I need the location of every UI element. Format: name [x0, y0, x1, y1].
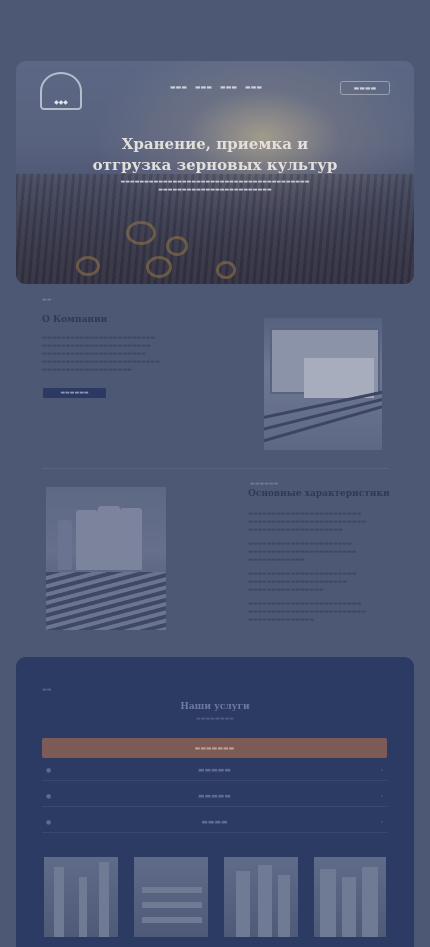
- item-icon: ●: [46, 792, 52, 800]
- services-accordion-item[interactable]: ● ▬▬▬▬▬ ›: [42, 760, 387, 781]
- service-thumbnail[interactable]: [134, 857, 208, 937]
- sunflower-decor: [126, 221, 156, 245]
- sunflower-decor: [76, 256, 100, 276]
- about-text: ▬▬▬▬▬▬▬▬▬▬▬▬▬▬▬▬▬▬▬▬▬▬▬▬ ▬▬▬▬▬▬▬▬▬▬▬▬▬▬▬…: [42, 335, 161, 373]
- item-icon: ●: [46, 818, 52, 826]
- nav-item[interactable]: ▬▬▬: [220, 84, 237, 91]
- specs-title: Основные характеристики: [248, 489, 390, 499]
- grain-silo-image: [46, 487, 166, 630]
- hero-title: Хранение, приемка и отгрузка зерновых ку…: [92, 135, 338, 174]
- spec-paragraph: ▬▬▬▬▬▬▬▬▬▬▬▬▬▬▬▬▬▬▬▬▬▬ ▬▬▬▬▬▬▬▬▬▬▬▬▬▬▬▬▬…: [248, 541, 357, 563]
- service-thumbnail[interactable]: [224, 857, 298, 937]
- header-contact-button[interactable]: ▬▬▬▬: [340, 81, 390, 95]
- accordion-label: ▬▬▬▬▬: [197, 792, 232, 800]
- service-thumbnail[interactable]: [314, 857, 386, 937]
- accordion-label: ▬▬▬▬▬: [197, 766, 232, 774]
- sunflower-decor: [146, 256, 172, 278]
- spec-paragraph: ▬▬▬▬▬▬▬▬▬▬▬▬▬▬▬▬▬▬▬▬▬▬▬▬ ▬▬▬▬▬▬▬▬▬▬▬▬▬▬▬…: [248, 601, 367, 623]
- services-tab-active[interactable]: ▬▬▬▬▬▬▬: [42, 738, 387, 758]
- services-subtitle: ▬▬▬▬▬▬▬▬: [196, 716, 234, 722]
- railcar-shape: [304, 358, 374, 398]
- rail-yard-shape: [46, 572, 166, 630]
- services-title: Наши услуги: [180, 702, 250, 712]
- sunflower-decor: [216, 261, 236, 279]
- main-nav: ▬▬▬ ▬▬▬ ▬▬▬ ▬▬▬: [170, 84, 262, 91]
- service-thumbnail[interactable]: [44, 857, 118, 937]
- spec-paragraph: ▬▬▬▬▬▬▬▬▬▬▬▬▬▬▬▬▬▬▬▬▬▬▬ ▬▬▬▬▬▬▬▬▬▬▬▬▬▬▬▬…: [248, 571, 357, 593]
- services-accordion-item[interactable]: ● ▬▬▬▬ ›: [42, 812, 387, 833]
- section-kicker: ▬▬▬▬▬▬: [250, 481, 279, 487]
- silo-shape: [120, 508, 142, 570]
- section-divider: [42, 468, 388, 469]
- company-logo[interactable]: ◆◆◆: [40, 72, 82, 110]
- chevron-right-icon: ›: [380, 792, 383, 800]
- about-title: О Компании: [42, 315, 108, 325]
- section-kicker: ▬▬: [42, 687, 52, 693]
- nav-item[interactable]: ▬▬▬: [170, 84, 187, 91]
- chevron-right-icon: ›: [380, 818, 383, 826]
- about-more-button[interactable]: ▬▬▬▬▬▬: [43, 388, 106, 398]
- silo-shape: [76, 510, 98, 570]
- services-accordion-item[interactable]: ● ▬▬▬▬▬ ›: [42, 786, 387, 807]
- nav-item[interactable]: ▬▬▬: [245, 84, 262, 91]
- sunflower-decor: [166, 236, 188, 256]
- hero-subtitle: ▬▬▬▬▬▬▬▬▬▬▬▬▬▬▬▬▬▬▬▬▬▬▬▬▬▬▬▬▬▬▬▬▬▬▬▬▬▬▬▬…: [120, 179, 310, 193]
- page: ◆◆◆ ▬▬▬ ▬▬▬ ▬▬▬ ▬▬▬ ▬▬▬▬ Хранение, прием…: [0, 0, 430, 947]
- spec-paragraph: ▬▬▬▬▬▬▬▬▬▬▬▬▬▬▬▬▬▬▬▬▬▬▬▬ ▬▬▬▬▬▬▬▬▬▬▬▬▬▬▬…: [248, 511, 367, 533]
- silo-shape: [98, 506, 120, 570]
- section-kicker: ▬▬: [42, 297, 52, 303]
- chevron-right-icon: ›: [380, 766, 383, 774]
- accordion-label: ▬▬▬▬: [201, 818, 228, 826]
- item-icon: ●: [46, 766, 52, 774]
- silo-shape: [58, 520, 72, 570]
- nav-item[interactable]: ▬▬▬: [195, 84, 212, 91]
- grain-train-image: [264, 318, 382, 450]
